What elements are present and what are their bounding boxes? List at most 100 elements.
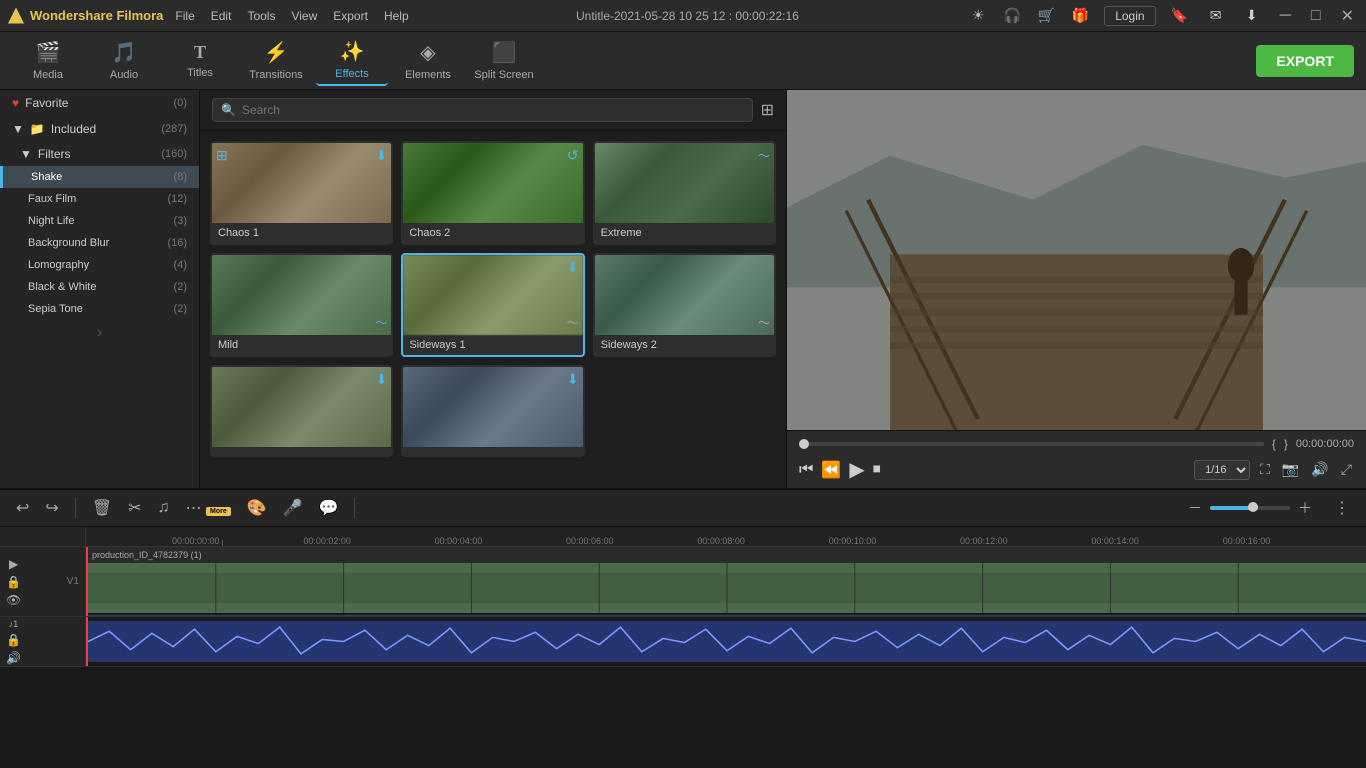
rotate-icon: ↺ [567,147,579,164]
download-icon[interactable]: ⬇ [1240,4,1264,28]
fullscreen-button[interactable]: ⛶ [1258,459,1272,480]
zoom-out-button[interactable]: － [1186,496,1204,520]
stop-button[interactable]: ⏹ [873,461,881,479]
ruler-label-10: 00:00:10:00 [829,536,877,546]
track-play-button[interactable]: ▶ [6,557,21,571]
effect-chaos2-label: Chaos 2 [403,223,582,243]
effect-card-7[interactable]: ⬇ [210,365,393,457]
zoom-handle[interactable] [1248,502,1258,512]
grid-view-button[interactable]: ⊞ [761,100,774,120]
menu-edit[interactable]: Edit [211,9,232,23]
rewind-button[interactable]: ⏪ [821,460,841,480]
search-input[interactable] [242,103,744,117]
voice-button[interactable]: 🎤 [279,496,307,520]
sidebar-favorite[interactable]: ♥ Favorite (0) [0,90,199,116]
audio-track-num: ♪1 [6,619,21,629]
minimize-button[interactable]: ─ [1276,7,1295,25]
audio-track-body[interactable] [86,617,1366,666]
maximize-button[interactable]: □ [1307,7,1325,25]
menu-file[interactable]: File [175,9,194,23]
quality-select[interactable]: 1/16 [1194,460,1250,480]
timeline-settings-button[interactable]: ⋮ [1330,496,1354,520]
transitions-icon: ⚡ [264,40,289,65]
sidebar-item-shake[interactable]: Shake (8) [0,166,199,188]
sidebar-item-bw[interactable]: Black & White (2) [0,276,199,298]
titlebar-left: Wondershare Filmora File Edit Tools View… [8,8,409,24]
audio-playhead [86,617,88,666]
download-arrow-icon: ⬇ [376,147,388,164]
toolbar-effects[interactable]: ✨ Effects [316,36,388,86]
effect-card-chaos1[interactable]: ⬇ ⊞ Chaos 1 [210,141,393,245]
sidebar-item-bgblur[interactable]: Background Blur (16) [0,232,199,254]
close-button[interactable]: ✕ [1337,6,1358,26]
motion-button[interactable]: ⋯ More [182,496,235,520]
ruler-ticks: 00:00:00:00 00:00:02:00 00:00:04:00 00:0… [172,527,1366,546]
bracket-left[interactable]: { [1272,437,1276,451]
sidebar-fauxfilm-label: Faux Film [28,193,76,205]
effect-card-chaos2[interactable]: ↺ Chaos 2 [401,141,584,245]
gift-icon[interactable]: 🎁 [1068,4,1092,28]
zoom-slider[interactable] [1210,506,1290,510]
play-button[interactable]: ▶ [849,457,864,482]
toolbar-splitscreen[interactable]: ⬛ Split Screen [468,36,540,86]
effect-card-sideways1[interactable]: ⬇ 〜 Sideways 1 [401,253,584,357]
ruler-offset [0,527,86,546]
screenshot-button[interactable]: 📷 [1280,459,1301,480]
effect-card-extreme[interactable]: 〜 Extreme [593,141,776,245]
effect-card-mild[interactable]: 〜 Mild [210,253,393,357]
waveform4-icon: 〜 [758,314,770,331]
sidebar-filters[interactable]: ▼ Filters (160) [0,142,199,166]
expand-button[interactable]: ⤢ [1339,459,1354,480]
sidebar-included[interactable]: ▼ 📁 Included (287) [0,116,199,142]
message-icon[interactable]: ✉ [1204,4,1228,28]
undo-button[interactable]: ↩ [12,496,33,520]
login-button[interactable]: Login [1104,6,1155,26]
sidebar-lomography-count: (4) [174,259,187,271]
toolbar-titles[interactable]: T Titles [164,36,236,86]
video-track-body[interactable]: production_ID_4782379 (1) [86,547,1366,616]
toolbar-elements[interactable]: ◈ Elements [392,36,464,86]
bracket-right[interactable]: } [1284,437,1288,451]
audio-volume-button[interactable]: 🔊 [6,651,21,665]
menu-export[interactable]: Export [333,9,368,23]
volume-button[interactable]: 🔊 [1309,459,1330,480]
progress-bar[interactable] [799,442,1264,446]
shop-icon[interactable]: 🛒 [1034,4,1058,28]
bookmark-icon[interactable]: 🔖 [1168,4,1192,28]
sidebar-item-fauxfilm[interactable]: Faux Film (12) [0,188,199,210]
sidebar-item-sepia[interactable]: Sepia Tone (2) [0,298,199,320]
ruler-tick-6: 00:00:06:00 [566,527,614,546]
zoom-in-button[interactable]: ＋ [1296,496,1314,520]
sidebar-item-nightlife[interactable]: Night Life (3) [0,210,199,232]
playhead-marker[interactable] [799,439,809,449]
ruler-tick-14: 00:00:14:00 [1091,527,1139,546]
menu-tools[interactable]: Tools [247,9,275,23]
headphone-icon[interactable]: 🎧 [1000,4,1024,28]
menu-help[interactable]: Help [384,9,409,23]
color-button[interactable]: 🎨 [243,496,271,520]
sun-icon[interactable]: ☀ [966,4,990,28]
track-lock-button[interactable]: 🔒 [6,575,21,589]
audio-lock-button[interactable]: 🔒 [6,633,21,647]
track-eye-button[interactable]: 👁 [6,593,21,607]
sidebar-item-lomography[interactable]: Lomography (4) [0,254,199,276]
elements-icon: ◈ [420,40,435,65]
effect-card-sideways2[interactable]: 〜 Sideways 2 [593,253,776,357]
step-back-button[interactable]: ⏮ [799,461,813,479]
effect-8-label [403,447,582,455]
preview-timeline: { } 00:00:00:00 [799,437,1354,451]
redo-button[interactable]: ↪ [41,496,62,520]
toolbar-media[interactable]: 🎬 Media [12,36,84,86]
toolbar-audio[interactable]: 🎵 Audio [88,36,160,86]
waveform3-icon: 〜 [567,314,579,331]
titlebar-icons: ☀ 🎧 🛒 🎁 [966,4,1092,28]
app-name: Wondershare Filmora [30,8,163,23]
delete-button[interactable]: 🗑 [88,496,116,520]
subtitle-button[interactable]: 💬 [315,496,343,520]
menu-view[interactable]: View [291,9,317,23]
export-button[interactable]: EXPORT [1256,45,1354,77]
audio-mix-button[interactable]: ♫ [154,497,174,519]
effect-card-8[interactable]: ⬇ [401,365,584,457]
cut-button[interactable]: ✂ [124,496,145,520]
toolbar-transitions[interactable]: ⚡ Transitions [240,36,312,86]
